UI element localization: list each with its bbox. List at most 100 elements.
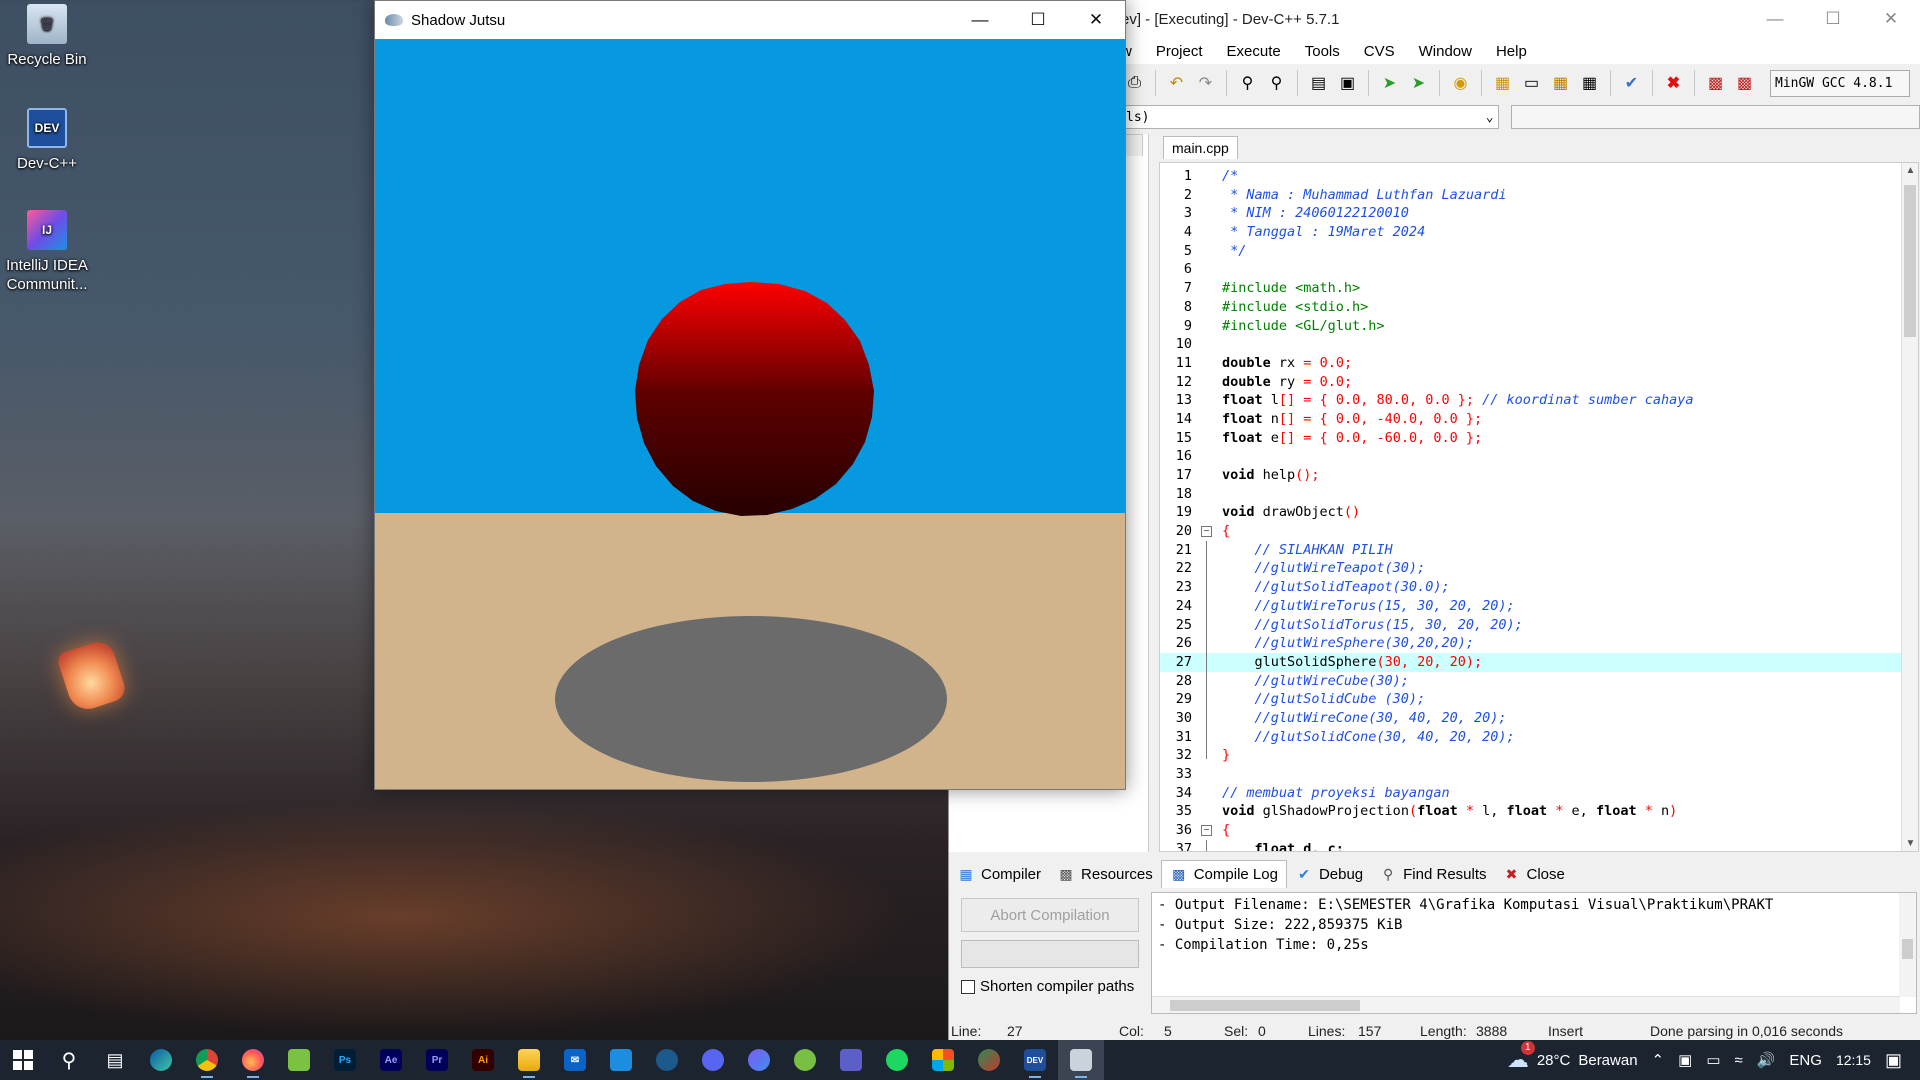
code-line[interactable]: 31 //glutSolidCone(30, 40, 20, 20); — [1160, 728, 1918, 747]
battery-icon[interactable]: ▭ — [1706, 1051, 1720, 1069]
taskbar-glut-window[interactable] — [1058, 1040, 1104, 1080]
code-line[interactable]: 9 #include <GL/glut.h> — [1160, 317, 1918, 336]
scrollbar-thumb[interactable] — [1902, 939, 1913, 959]
code-line[interactable]: 25 //glutSolidTorus(15, 30, 20, 20); — [1160, 616, 1918, 635]
taskbar-firefox[interactable] — [230, 1040, 276, 1080]
run-icon[interactable]: ▭ — [1518, 70, 1545, 97]
toggle-comment-icon[interactable]: ◉ — [1447, 70, 1474, 97]
code-line[interactable]: 37 float d, c; — [1160, 840, 1918, 851]
tab-resources[interactable]: ▩ Resources — [1049, 860, 1161, 888]
taskbar-spotify[interactable] — [874, 1040, 920, 1080]
code-line[interactable]: 16 — [1160, 447, 1918, 466]
code-editor[interactable]: 1/* 2 * Nama : Muhammad Luthfan Lazuardi 3… — [1159, 162, 1919, 852]
find-icon[interactable]: ⚲ — [1234, 70, 1261, 97]
compile-log-output[interactable]: - Output Filename: E:\SEMESTER 4\Grafika… — [1151, 892, 1917, 1014]
compiler-select[interactable]: MinGW GCC 4.8.1 — [1770, 69, 1910, 97]
language-indicator[interactable]: ENG — [1789, 1052, 1822, 1069]
code-line[interactable]: 35 void glShadowProjection(float * l, flo… — [1160, 802, 1918, 821]
code-line[interactable]: 2 * Nama : Muhammad Luthfan Lazuardi — [1160, 186, 1918, 205]
code-line[interactable]: 28 //glutWireCube(30); — [1160, 672, 1918, 691]
delete-profile-icon[interactable]: ▩ — [1731, 70, 1758, 97]
code-line[interactable]: 3 * NIM : 24060122120010 — [1160, 204, 1918, 223]
stop-execution-icon[interactable]: ✖ — [1660, 70, 1687, 97]
taskbar-devcpp[interactable]: DEV — [1012, 1040, 1058, 1080]
code-line[interactable]: 7 #include <math.h> — [1160, 279, 1918, 298]
code-line[interactable]: 33 — [1160, 765, 1918, 784]
log-horizontal-scrollbar[interactable] — [1152, 996, 1900, 1013]
replace-icon[interactable]: ⚲ — [1263, 70, 1290, 97]
taskbar-vscode[interactable] — [598, 1040, 644, 1080]
scroll-down-icon[interactable]: ▼ — [1902, 838, 1918, 849]
code-line[interactable]: 8 #include <stdio.h> — [1160, 298, 1918, 317]
code-line[interactable]: 20 { — [1160, 522, 1918, 541]
menu-help[interactable]: Help — [1484, 43, 1539, 60]
editor-vertical-scrollbar[interactable]: ▲ ▼ — [1901, 163, 1918, 851]
code-line[interactable]: 34 // membuat proyeksi bayangan — [1160, 784, 1918, 803]
taskbar-notepad-plus[interactable] — [276, 1040, 322, 1080]
taskbar-clipchamp[interactable] — [736, 1040, 782, 1080]
unindent-icon[interactable]: ➤ — [1405, 70, 1432, 97]
fold-toggle-icon[interactable]: − — [1201, 525, 1212, 537]
code-line[interactable]: 14 float n[] = { 0.0, -40.0, 0.0 }; — [1160, 410, 1918, 429]
class-combo[interactable]: ls) ⌄ — [1121, 105, 1499, 129]
shorten-paths-option[interactable]: Shorten compiler paths — [961, 978, 1134, 995]
devcpp-minimize-button[interactable]: — — [1746, 0, 1804, 38]
taskbar-premiere[interactable]: Pr — [414, 1040, 460, 1080]
shadow-jutsu-window[interactable]: Shadow Jutsu — ☐ ✕ — [374, 0, 1126, 790]
task-view-button[interactable]: ▤ — [92, 1040, 138, 1080]
code-line[interactable]: 24 //glutWireTorus(15, 30, 20, 20); — [1160, 597, 1918, 616]
taskbar-steam[interactable] — [644, 1040, 690, 1080]
code-line[interactable]: 29 //glutSolidCube (30); — [1160, 690, 1918, 709]
code-line[interactable]: 23 //glutSolidTeapot(30.0); — [1160, 578, 1918, 597]
taskbar-teams[interactable] — [828, 1040, 874, 1080]
tab-find-results[interactable]: ⚲ Find Results — [1371, 860, 1494, 888]
taskbar-photoshop[interactable]: Ps — [322, 1040, 368, 1080]
goto-line-icon[interactable]: ▤ — [1305, 70, 1332, 97]
desktop-icon-devcpp[interactable]: DEV Dev-C++ — [0, 108, 97, 173]
scrollbar-thumb[interactable] — [1904, 185, 1916, 337]
tab-compiler[interactable]: ▦ Compiler — [949, 860, 1049, 888]
taskbar-feather-app[interactable] — [966, 1040, 1012, 1080]
fold-toggle-icon[interactable]: − — [1201, 825, 1212, 836]
taskbar-utorrent[interactable] — [782, 1040, 828, 1080]
profile-icon[interactable]: ▩ — [1702, 70, 1729, 97]
volume-icon[interactable]: 🔊 — [1757, 1051, 1776, 1069]
redo-icon[interactable]: ↷ — [1192, 70, 1219, 97]
menu-cvs[interactable]: CVS — [1352, 43, 1407, 60]
code-line[interactable]: 26 //glutWireSphere(30,20,20); — [1160, 634, 1918, 653]
toggle-bookmark-icon[interactable]: ▣ — [1334, 70, 1361, 97]
minimize-button[interactable]: — — [951, 1, 1009, 39]
member-combo[interactable] — [1510, 105, 1920, 129]
opengl-canvas[interactable] — [375, 39, 1125, 789]
close-button[interactable]: ✕ — [1067, 1, 1125, 39]
taskbar-after-effects[interactable]: Ae — [368, 1040, 414, 1080]
code-line[interactable]: 15 float e[] = { 0.0, -60.0, 0.0 }; — [1160, 429, 1918, 448]
taskbar-discord[interactable] — [690, 1040, 736, 1080]
clock[interactable]: 12:15 — [1836, 1052, 1871, 1068]
undo-icon[interactable]: ↶ — [1163, 70, 1190, 97]
taskbar-illustrator[interactable]: Ai — [460, 1040, 506, 1080]
menu-project[interactable]: Project — [1144, 43, 1215, 60]
devcpp-close-button[interactable]: ✕ — [1862, 0, 1920, 38]
taskbar-edge[interactable] — [138, 1040, 184, 1080]
wifi-icon[interactable]: ≈ — [1735, 1052, 1743, 1069]
compile-icon[interactable]: ▦ — [1489, 70, 1516, 97]
taskbar-file-explorer[interactable] — [506, 1040, 552, 1080]
code-line[interactable]: 12 double ry = 0.0; — [1160, 373, 1918, 392]
chevron-up-icon[interactable]: ⌃ — [1652, 1051, 1665, 1069]
log-vertical-scrollbar[interactable] — [1899, 893, 1916, 997]
code-line[interactable]: 30 //glutWireCone(30, 40, 20, 20); — [1160, 709, 1918, 728]
code-lines[interactable]: 1/* 2 * Nama : Muhammad Luthfan Lazuardi 3… — [1160, 167, 1918, 851]
scroll-up-icon[interactable]: ▲ — [1902, 165, 1918, 176]
code-line[interactable]: 4 * Tanggal : 19Maret 2024 — [1160, 223, 1918, 242]
tab-debug[interactable]: ✔ Debug — [1287, 860, 1371, 888]
tab-close[interactable]: ✖ Close — [1495, 860, 1573, 888]
compile-run-icon[interactable]: ▦ — [1547, 70, 1574, 97]
code-line[interactable]: 1 /* — [1160, 167, 1918, 186]
menu-tools[interactable]: Tools — [1293, 43, 1352, 60]
code-line[interactable]: 13 float l[] = { 0.0, 80.0, 0.0 }; // koo… — [1160, 391, 1918, 410]
editor-tab-main-cpp[interactable]: main.cpp — [1163, 136, 1238, 159]
menu-window[interactable]: Window — [1407, 43, 1484, 60]
code-line[interactable]: 6 — [1160, 260, 1918, 279]
tab-compile-log[interactable]: ▩ Compile Log — [1160, 860, 1287, 888]
